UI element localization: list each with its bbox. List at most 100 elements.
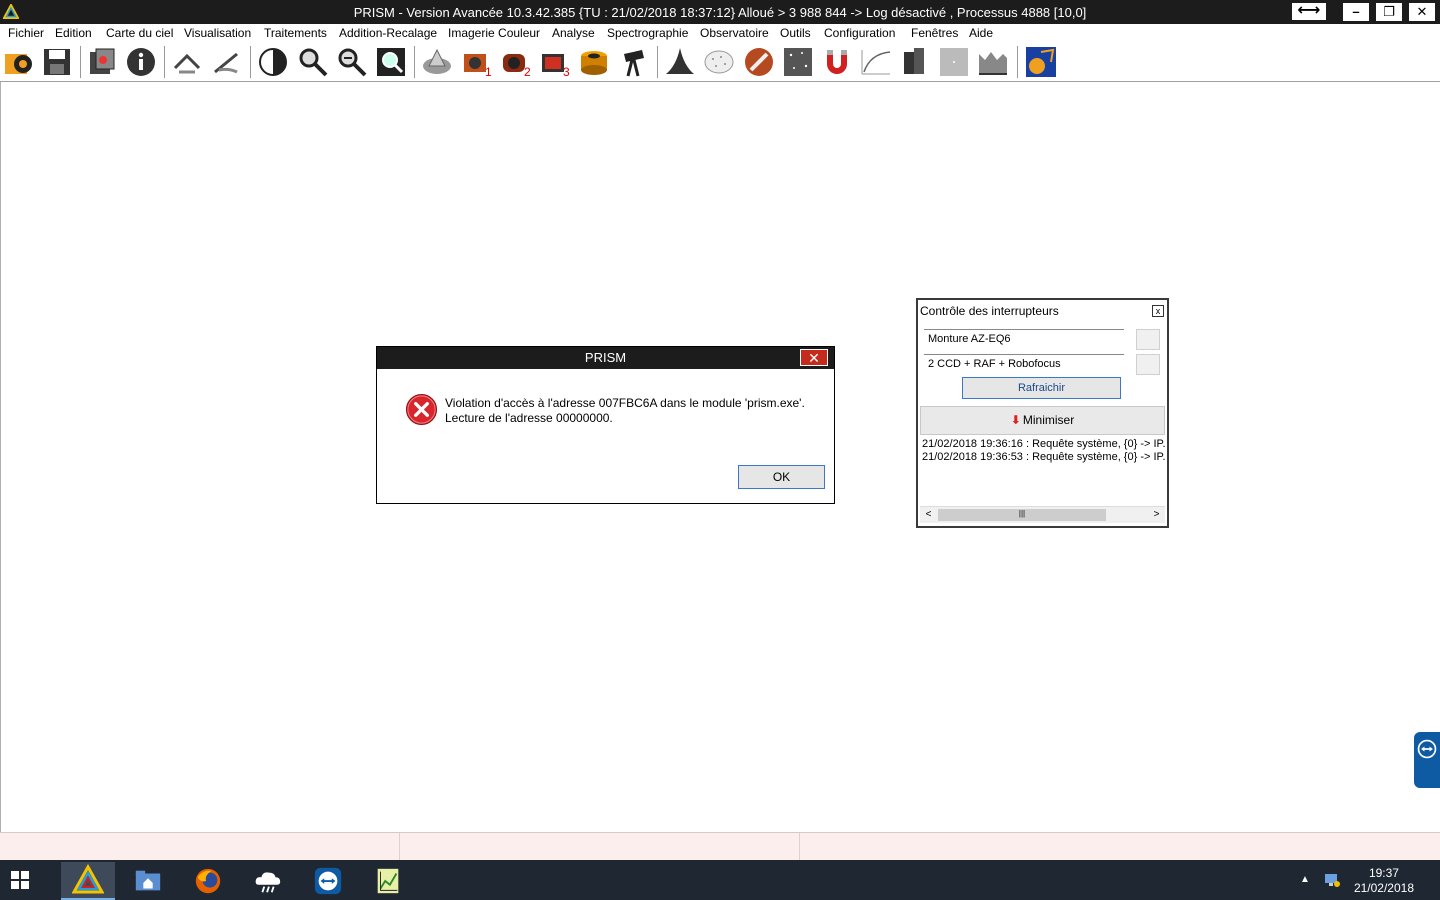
tool-icon[interactable]	[742, 45, 776, 79]
clock-date: 21/02/2018	[1353, 881, 1414, 895]
horizontal-scrollbar[interactable]: < ||| >	[920, 506, 1165, 523]
menu-carte-du-ciel[interactable]: Carte du ciel	[106, 26, 173, 40]
dialog-body: Violation d'accès à l'adresse 007FBC6A d…	[379, 369, 832, 501]
resize-arrows-icon[interactable]: ⟷	[1292, 3, 1326, 20]
switch-toggle-ccd[interactable]	[1136, 354, 1160, 375]
menu-observatoire[interactable]: Observatoire	[700, 26, 769, 40]
menu-spectrographie[interactable]: Spectrographie	[607, 26, 688, 40]
camera-3-icon[interactable]: 3	[538, 45, 572, 79]
filter-wheel-icon[interactable]	[577, 45, 611, 79]
minimize-button[interactable]: –	[1343, 3, 1369, 21]
error-icon	[405, 393, 438, 426]
teamviewer-icon	[1417, 739, 1437, 759]
taskbar-prism-icon[interactable]	[61, 862, 115, 900]
switch-field-mount: Monture AZ-EQ6	[924, 329, 1124, 349]
batch-icon[interactable]	[85, 45, 119, 79]
rotate-icon[interactable]	[210, 45, 244, 79]
window-title: PRISM - Version Avancée 10.3.42.385 {TU …	[353, 5, 1087, 20]
scroll-left-icon[interactable]: <	[920, 507, 937, 523]
panel-close-button[interactable]: x	[1152, 305, 1164, 317]
curve-icon[interactable]	[859, 45, 893, 79]
teamviewer-side-tab[interactable]	[1414, 732, 1440, 788]
refresh-button[interactable]: Rafraichir	[962, 377, 1121, 399]
minimize-panel-button[interactable]: ⬇ Minimiser	[920, 406, 1165, 435]
svg-text:3: 3	[563, 65, 570, 78]
error-message-line1: Violation d'accès à l'adresse 007FBC6A d…	[445, 396, 805, 410]
menu-traitements[interactable]: Traitements	[264, 26, 327, 40]
toolbar-separator	[414, 46, 415, 78]
observatory-icon[interactable]	[1024, 45, 1058, 79]
ok-button[interactable]: OK	[738, 465, 825, 489]
info-icon[interactable]	[124, 45, 158, 79]
switch-field-ccd: 2 CCD + RAF + Robofocus	[924, 354, 1124, 374]
taskbar-teamviewer-icon[interactable]	[301, 862, 355, 900]
title-bar: PRISM - Version Avancée 10.3.42.385 {TU …	[0, 0, 1440, 24]
sphere-icon[interactable]	[702, 45, 736, 79]
telescope-icon[interactable]	[617, 45, 651, 79]
menu-imagerie-couleur[interactable]: Imagerie Couleur	[448, 26, 540, 40]
aperture-icon[interactable]	[420, 45, 454, 79]
save-icon[interactable]	[40, 45, 74, 79]
scroll-right-icon[interactable]: >	[1148, 507, 1165, 523]
menu-edition[interactable]: Edition	[55, 26, 92, 40]
network-icon[interactable]	[1323, 872, 1341, 888]
taskbar-weather-icon[interactable]	[241, 862, 295, 900]
taskbar: ▲ 19:37 21/02/2018	[0, 860, 1440, 900]
menu-analyse[interactable]: Analyse	[552, 26, 595, 40]
cone-icon[interactable]	[663, 45, 697, 79]
flip-icon[interactable]	[170, 45, 204, 79]
mount-icon[interactable]	[897, 45, 931, 79]
menu-addition-recalage[interactable]: Addition-Recalage	[339, 26, 437, 40]
error-message: Violation d'accès à l'adresse 007FBC6A d…	[445, 396, 805, 426]
toolbar-separator	[80, 46, 81, 78]
histogram-icon[interactable]	[976, 45, 1010, 79]
restore-button[interactable]: ❐	[1376, 3, 1402, 21]
switch-toggle-mount[interactable]	[1136, 329, 1160, 350]
zoom-out-icon[interactable]	[335, 45, 369, 79]
log-entry: 21/02/2018 19:36:16 : Requête système, {…	[922, 438, 1165, 450]
error-message-line2: Lecture de l'adresse 00000000.	[445, 411, 613, 425]
status-pane	[0, 833, 400, 860]
menu-visualisation[interactable]: Visualisation	[184, 26, 251, 40]
taskbar-notepad-chart-icon[interactable]	[361, 862, 415, 900]
close-button[interactable]: ✕	[1409, 3, 1435, 21]
menu-bar: Fichier Edition Carte du ciel Visualisat…	[0, 24, 1440, 42]
open-icon[interactable]	[2, 45, 36, 79]
taskbar-firefox-icon[interactable]	[181, 862, 235, 900]
toolbar-separator	[250, 46, 251, 78]
camera-2-icon[interactable]: 2	[499, 45, 533, 79]
status-bar	[0, 832, 1440, 860]
blank-icon[interactable]	[937, 45, 971, 79]
log-entry: 21/02/2018 19:36:53 : Requête système, {…	[922, 451, 1165, 463]
dialog-close-button[interactable]: ✕	[800, 349, 828, 366]
log-list: 21/02/2018 19:36:16 : Requête système, {…	[920, 438, 1165, 506]
taskbar-clock[interactable]: 19:37 21/02/2018	[1354, 866, 1414, 896]
camera-1-icon[interactable]: 1	[460, 45, 494, 79]
toolbar: 1 2 3	[0, 42, 1440, 82]
menu-outils[interactable]: Outils	[780, 26, 811, 40]
magnet-icon[interactable]	[820, 45, 854, 79]
svg-text:1: 1	[485, 65, 492, 78]
menu-aide[interactable]: Aide	[969, 26, 993, 40]
svg-text:2: 2	[524, 65, 531, 78]
toolbar-separator	[164, 46, 165, 78]
menu-configuration[interactable]: Configuration	[824, 26, 895, 40]
scroll-thumb[interactable]: |||	[938, 509, 1106, 521]
toolbar-separator	[1017, 46, 1018, 78]
toolbar-separator	[657, 46, 658, 78]
dialog-title: PRISM	[377, 347, 834, 369]
minimize-label: Minimiser	[1022, 413, 1075, 427]
star-catalog-icon[interactable]	[781, 45, 815, 79]
zoom-fit-icon[interactable]	[374, 45, 408, 79]
clock-time: 19:37	[1368, 866, 1399, 880]
contrast-icon[interactable]	[256, 45, 290, 79]
menu-fichier[interactable]: Fichier	[8, 26, 44, 40]
tray-expand-icon[interactable]: ▲	[1300, 874, 1310, 885]
taskbar-file-explorer-icon[interactable]	[121, 862, 175, 900]
arrow-down-icon: ⬇	[1010, 413, 1021, 427]
menu-fenetres[interactable]: Fenêtres	[911, 26, 958, 40]
windows-start-icon[interactable]	[10, 870, 30, 890]
zoom-in-icon[interactable]	[296, 45, 330, 79]
status-pane	[400, 833, 800, 860]
panel-title: Contrôle des interrupteurs	[918, 300, 1167, 322]
